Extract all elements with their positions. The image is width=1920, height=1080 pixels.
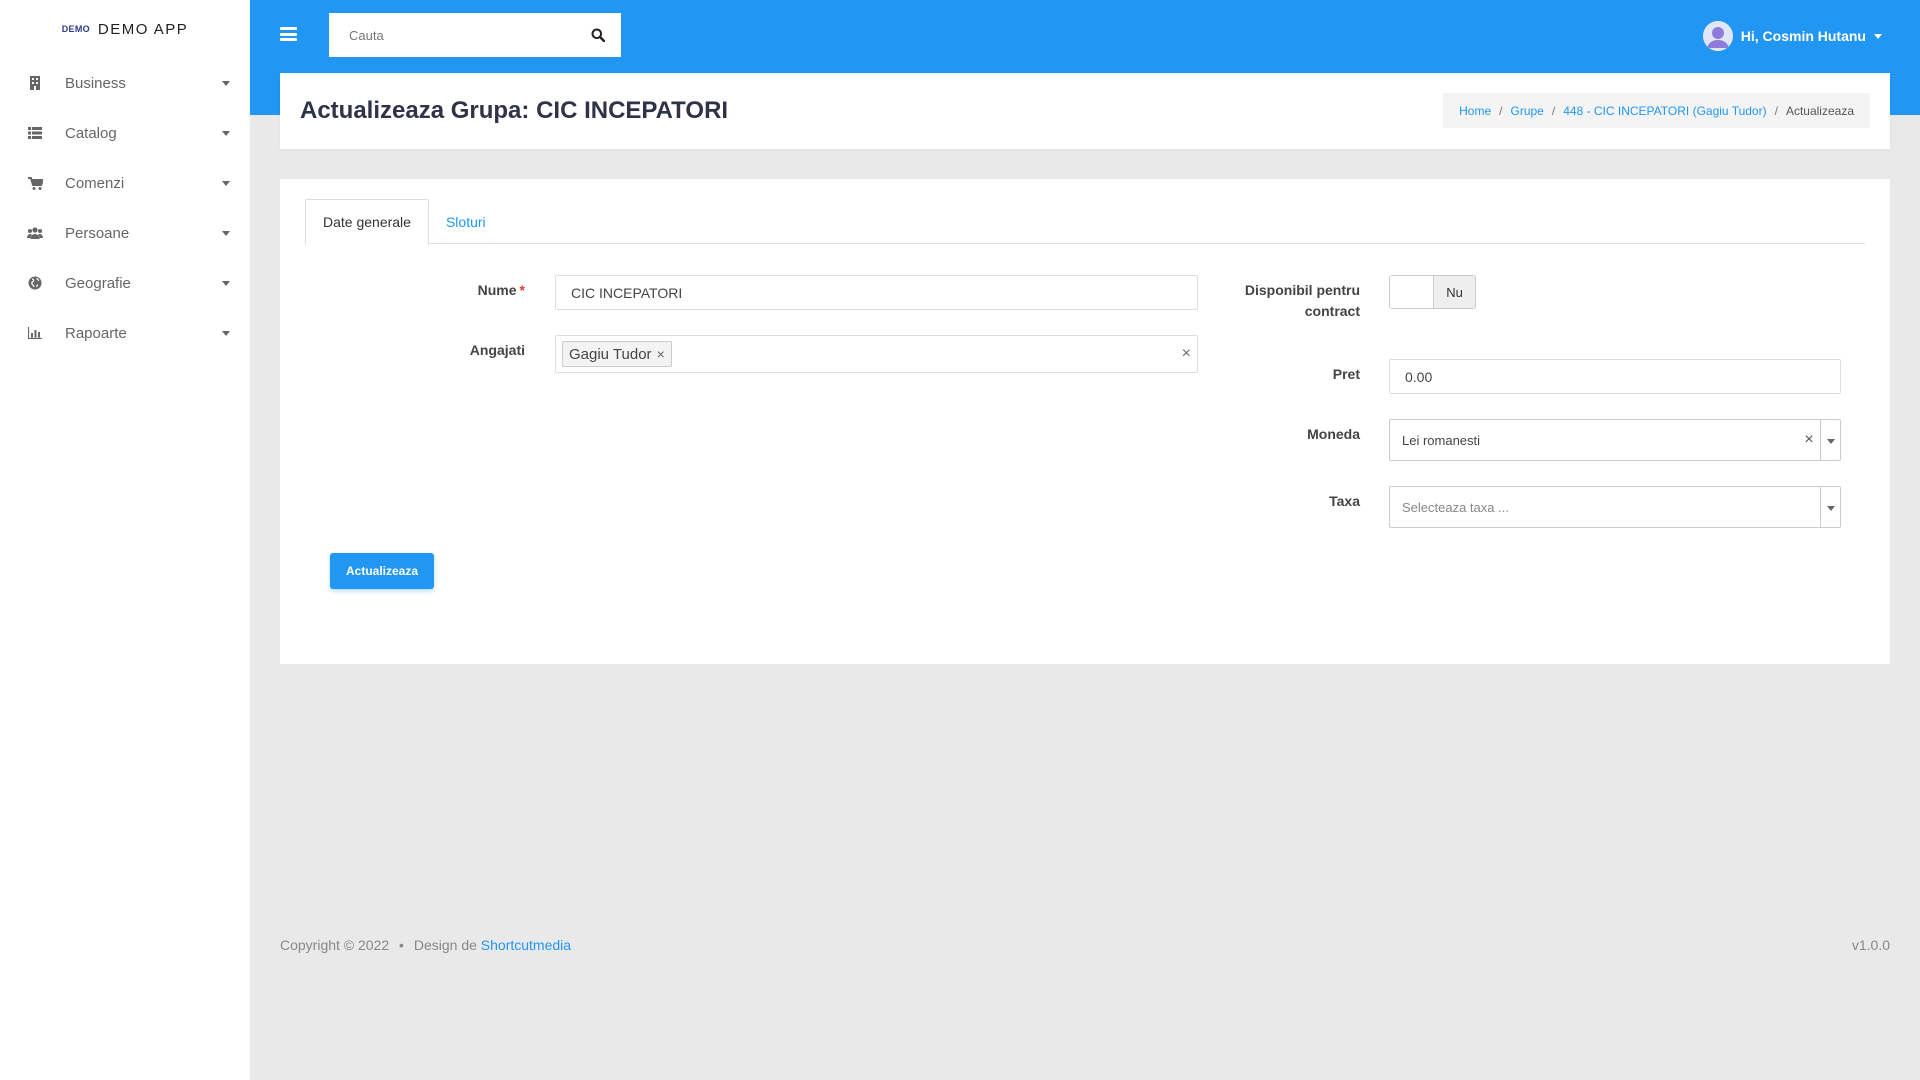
cart-icon bbox=[27, 175, 43, 191]
chevron-down-icon bbox=[222, 230, 230, 236]
sidebar-item-rapoarte[interactable]: Rapoarte bbox=[0, 308, 250, 358]
nume-field-wrapper bbox=[555, 275, 1198, 310]
chevron-down-icon bbox=[222, 180, 230, 186]
brand-name: DEMO APP bbox=[97, 20, 189, 38]
user-menu[interactable]: Hi, Cosmin Hutanu bbox=[1702, 21, 1882, 51]
clear-icon[interactable]: × bbox=[1798, 431, 1820, 449]
user-greeting: Hi, Cosmin Hutanu bbox=[1740, 28, 1866, 44]
breadcrumb: Home / Grupe / 448 - CIC INCEPATORI (Gag… bbox=[1443, 93, 1870, 128]
design-credit-text: Design de bbox=[413, 937, 477, 953]
angajat-tag-label: Gagiu Tudor bbox=[569, 345, 652, 363]
sidebar-item-label: Geografie bbox=[65, 274, 131, 292]
dropdown-arrow-icon[interactable] bbox=[1820, 487, 1840, 527]
nume-label-text: Nume bbox=[477, 282, 517, 298]
breadcrumb-home-link[interactable]: Home bbox=[1459, 104, 1491, 118]
required-marker: * bbox=[519, 282, 525, 298]
chevron-down-icon bbox=[222, 330, 230, 336]
tab-date-generale[interactable]: Date generale bbox=[305, 199, 429, 245]
footer-separator: • bbox=[399, 937, 404, 953]
footer: Copyright © 2022 • Design de Shortcutmed… bbox=[280, 937, 571, 953]
taxa-label: Taxa bbox=[1329, 493, 1360, 509]
angajati-multiselect[interactable]: Gagiu Tudor × × bbox=[555, 335, 1198, 373]
form-card: Date generale Sloturi Nume* Angajati Gag… bbox=[280, 179, 1890, 664]
page-title: Actualizeaza Grupa: CIC INCEPATORI bbox=[300, 97, 729, 124]
globe-icon bbox=[27, 275, 43, 291]
sidebar-item-label: Business bbox=[65, 74, 126, 92]
sidebar-item-label: Rapoarte bbox=[65, 324, 127, 342]
breadcrumb-separator: / bbox=[1774, 103, 1778, 118]
actualizeaza-button[interactable]: Actualizeaza bbox=[330, 553, 434, 589]
taxa-placeholder: Selecteaza taxa ... bbox=[1402, 499, 1509, 515]
chevron-down-icon bbox=[222, 80, 230, 86]
pret-field-wrapper bbox=[1389, 359, 1841, 394]
sidebar-item-comenzi[interactable]: Comenzi bbox=[0, 158, 250, 208]
sidebar-item-persoane[interactable]: Persoane bbox=[0, 208, 250, 258]
list-icon bbox=[27, 125, 43, 141]
page-header-card: Actualizeaza Grupa: CIC INCEPATORI Home … bbox=[280, 73, 1890, 149]
sidebar-nav: Business Catalog Comenzi Persoane Geogra… bbox=[0, 58, 250, 358]
clear-selection-icon[interactable]: × bbox=[1182, 345, 1191, 363]
sidebar-item-label: Catalog bbox=[65, 124, 117, 142]
copyright-text: Copyright © 2022 bbox=[280, 937, 390, 953]
shortcutmedia-link[interactable]: Shortcutmedia bbox=[481, 937, 571, 953]
brand-logo: DEMO bbox=[61, 24, 90, 34]
tab-sloturi[interactable]: Sloturi bbox=[429, 199, 503, 244]
nume-label: Nume * bbox=[400, 280, 525, 301]
sidebar-item-business[interactable]: Business bbox=[0, 58, 250, 108]
breadcrumb-separator: / bbox=[1499, 103, 1503, 118]
brand[interactable]: DEMO DEMO APP bbox=[0, 0, 250, 58]
moneda-label: Moneda bbox=[1307, 426, 1360, 442]
moneda-select[interactable]: Lei romanesti × bbox=[1389, 419, 1841, 461]
angajati-label: Angajati bbox=[469, 342, 525, 358]
disponibil-label: Disponibil pentru contract bbox=[1244, 282, 1360, 319]
top-bar: Hi, Cosmin Hutanu bbox=[250, 0, 1920, 73]
version-label: v1.0.0 bbox=[1851, 937, 1890, 953]
hamburger-menu-icon[interactable] bbox=[280, 27, 297, 41]
sidebar-item-label: Persoane bbox=[65, 224, 130, 242]
search-box bbox=[329, 13, 621, 57]
building-icon bbox=[27, 75, 43, 91]
breadcrumb-separator: / bbox=[1551, 103, 1556, 118]
search-input[interactable] bbox=[329, 13, 575, 57]
tab-bar: Date generale Sloturi bbox=[305, 199, 1865, 245]
toggle-state-label: Nu bbox=[1433, 276, 1475, 308]
chevron-down-icon bbox=[1874, 33, 1882, 39]
sidebar-item-geografie[interactable]: Geografie bbox=[0, 258, 250, 308]
users-icon bbox=[27, 225, 43, 241]
chevron-down-icon bbox=[222, 280, 230, 286]
dropdown-arrow-icon[interactable] bbox=[1820, 420, 1840, 460]
pret-input[interactable] bbox=[1390, 360, 1840, 393]
breadcrumb-groups-link[interactable]: Grupe bbox=[1511, 104, 1544, 118]
sidebar-item-label: Comenzi bbox=[65, 174, 125, 192]
moneda-selected-value: Lei romanesti bbox=[1402, 432, 1481, 448]
angajat-tag: Gagiu Tudor × bbox=[562, 341, 672, 367]
pret-label: Pret bbox=[1332, 366, 1360, 382]
chart-icon bbox=[27, 325, 43, 341]
breadcrumb-current: Actualizeaza bbox=[1785, 103, 1854, 118]
nume-input[interactable] bbox=[556, 276, 1197, 309]
taxa-select[interactable]: Selecteaza taxa ... bbox=[1389, 486, 1841, 528]
tag-remove-icon[interactable]: × bbox=[657, 346, 665, 362]
chevron-down-icon bbox=[222, 130, 230, 136]
sidebar-item-catalog[interactable]: Catalog bbox=[0, 108, 250, 158]
sidebar: DEMO DEMO APP Business Catalog Comenzi P… bbox=[0, 0, 250, 1080]
toggle-knob bbox=[1390, 276, 1433, 308]
search-icon[interactable] bbox=[575, 13, 621, 57]
avatar bbox=[1702, 21, 1733, 51]
disponibil-toggle[interactable]: Nu bbox=[1389, 275, 1476, 309]
breadcrumb-group-link[interactable]: 448 - CIC INCEPATORI (Gagiu Tudor) bbox=[1563, 104, 1766, 118]
